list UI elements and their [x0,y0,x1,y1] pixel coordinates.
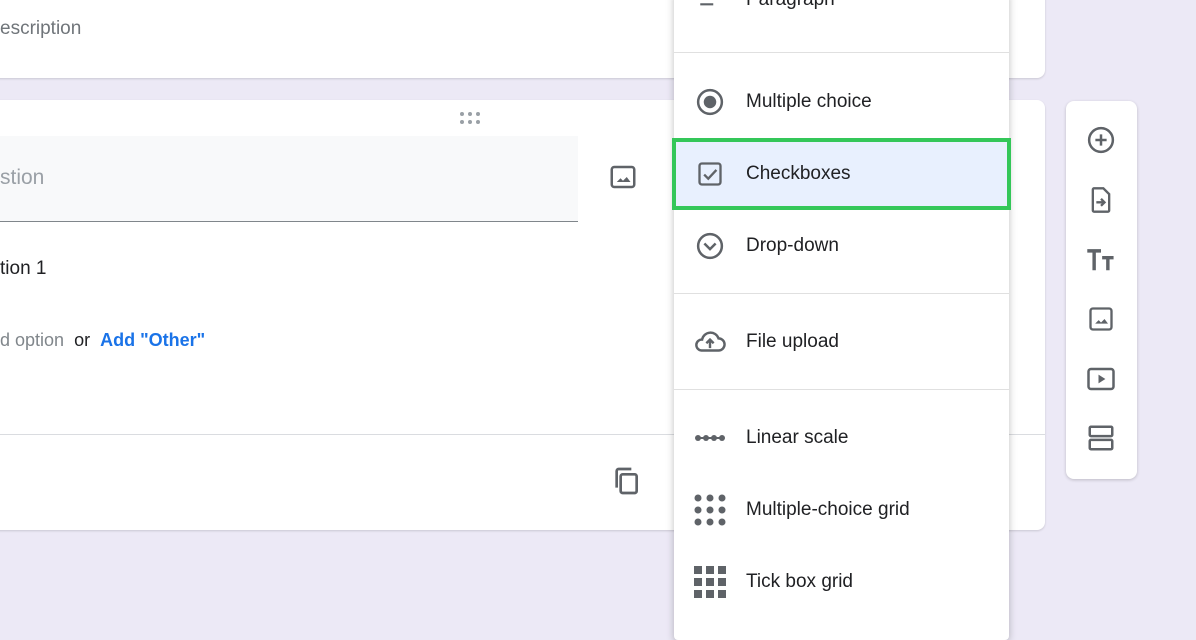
menu-item-linear-scale[interactable]: Linear scale [674,402,1009,474]
menu-item-drop-down[interactable]: Drop-down [674,210,1009,282]
add-question-icon[interactable] [1083,122,1119,158]
menu-item-multiple-choice[interactable]: Multiple choice [674,66,1009,138]
grid-squares-icon [692,564,728,600]
menu-item-label: Multiple-choice grid [746,499,910,520]
add-image-icon[interactable] [1083,301,1119,337]
paragraph-icon [692,0,728,18]
linear-scale-icon [692,420,728,456]
question-input[interactable]: stion [0,136,578,222]
menu-item-checkboxes[interactable]: Checkboxes [672,138,1011,210]
form-description-field[interactable]: escription [0,18,81,40]
menu-divider [674,52,1009,53]
question-type-menu: Paragraph Multiple choice Checkboxes Dro… [672,0,1011,640]
add-option-row: d option or Add "Other" [0,330,205,351]
menu-item-paragraph[interactable]: Paragraph [674,0,1009,36]
add-video-icon[interactable] [1083,361,1119,397]
menu-item-tick-box-grid[interactable]: Tick box grid [674,546,1009,618]
add-other-link[interactable]: Add "Other" [100,330,205,350]
menu-divider [674,293,1009,294]
floating-toolbar [1066,101,1137,479]
add-title-icon[interactable] [1083,242,1119,278]
or-text: or [74,330,91,350]
checkbox-icon [692,156,728,192]
menu-item-label: Multiple choice [746,91,872,112]
menu-item-file-upload[interactable]: File upload [674,306,1009,378]
menu-item-label: File upload [746,331,839,352]
radio-icon [692,84,728,120]
add-image-icon[interactable] [608,162,638,197]
menu-divider [674,389,1009,390]
dropdown-icon [692,228,728,264]
import-questions-icon[interactable] [1083,182,1119,218]
menu-item-label: Tick box grid [746,571,853,592]
option-1-text[interactable]: tion 1 [0,258,46,280]
menu-item-multiple-choice-grid[interactable]: Multiple-choice grid [674,474,1009,546]
add-option-link[interactable]: d option [0,330,64,350]
menu-item-label: Checkboxes [746,163,851,184]
question-placeholder: stion [0,166,45,189]
menu-item-label: Paragraph [746,0,835,11]
drag-handle-icon[interactable] [460,112,486,126]
add-section-icon[interactable] [1083,420,1119,456]
duplicate-icon[interactable] [610,465,642,502]
grid-dots-icon [692,492,728,528]
menu-item-label: Linear scale [746,427,849,448]
menu-item-label: Drop-down [746,235,839,256]
cloud-upload-icon [692,324,728,360]
